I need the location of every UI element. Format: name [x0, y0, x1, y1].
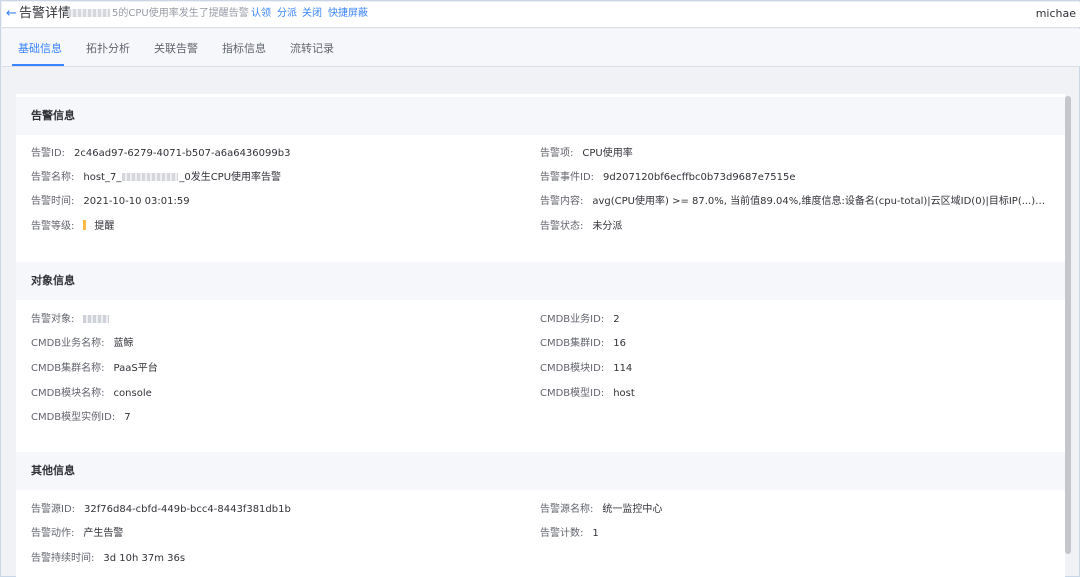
- field-value: 2c46ad97-6279-4071-b507-a6a6436099b3: [74, 148, 291, 159]
- field-value: 产生告警: [83, 528, 124, 539]
- field-label: CMDB模块ID:: [540, 363, 605, 374]
- alert-status-row: 告警状态: 未分派: [540, 220, 622, 234]
- page-title: 告警详情: [19, 6, 72, 21]
- field-label: CMDB模型实例ID:: [31, 412, 116, 423]
- field-label: CMDB集群ID:: [540, 338, 605, 349]
- alert-duration-row: 告警持续时间: 3d 10h 37m 36s: [31, 552, 185, 566]
- field-label: 告警等级:: [31, 221, 75, 232]
- alert-subtitle: 5的CPU使用率发生了提醒告警: [68, 7, 249, 21]
- field-label: CMDB模块名称:: [31, 388, 105, 399]
- field-label: 告警源名称:: [540, 504, 594, 515]
- quick-shield-button[interactable]: 快捷屏蔽: [328, 7, 368, 21]
- cmdb-set-id-row: CMDB集群ID: 16: [540, 337, 626, 351]
- field-label: 告警ID:: [31, 148, 66, 159]
- field-value: CPU使用率: [582, 148, 633, 159]
- back-arrow-icon[interactable]: ←: [6, 5, 17, 23]
- field-label: 告警计数:: [540, 528, 584, 539]
- masked-host-text: [122, 173, 179, 181]
- field-value: PaaS平台: [113, 363, 158, 374]
- field-value: 未分派: [592, 221, 623, 232]
- field-value: 蓝鲸: [113, 338, 134, 349]
- tab-related-alerts[interactable]: 关联告警: [154, 42, 198, 56]
- section-title: 告警信息: [31, 109, 75, 122]
- alert-subtitle-text: 5的CPU使用率发生了提醒告警: [112, 8, 249, 19]
- cmdb-biz-name-row: CMDB业务名称: 蓝鲸: [31, 337, 134, 351]
- field-value: 16: [613, 338, 626, 349]
- alert-time-row: 告警时间: 2021-10-10 03:01:59: [31, 195, 190, 209]
- alert-level-row: 告警等级: 提醒: [31, 220, 114, 234]
- alert-name-suffix: _0发生CPU使用率告警: [179, 172, 282, 183]
- detail-panel: 告警信息 告警ID: 2c46ad97-6279-4071-b507-a6a643…: [16, 94, 1065, 577]
- field-label: 告警状态:: [540, 221, 584, 232]
- field-value: console: [113, 388, 152, 399]
- alert-info-header: 告警信息: [16, 97, 1065, 135]
- field-value: 32f76d84-cbfd-449b-bcc4-8443f381db1b: [84, 504, 291, 515]
- object-info-header: 对象信息: [16, 262, 1065, 300]
- field-label: CMDB模型ID:: [540, 388, 605, 399]
- field-label: CMDB业务ID:: [540, 314, 605, 325]
- user-name[interactable]: michae: [1036, 6, 1076, 22]
- alert-content-row: 告警内容: avg(CPU使用率) >= 87.0%, 当前值89.04%,维度信…: [540, 195, 1047, 209]
- tab-bar: 基础信息 拓扑分析 关联告警 指标信息 流转记录: [2, 29, 1080, 67]
- app-frame: ← 告警详情 5的CPU使用率发生了提醒告警 认领 分派 关闭 快捷屏蔽 mic…: [0, 0, 1080, 577]
- alert-object-row: 告警对象:: [31, 313, 110, 327]
- alert-source-name-row: 告警源名称: 统一监控中心: [540, 503, 662, 517]
- alert-name-prefix: host_7_: [83, 172, 122, 183]
- alert-id-row: 告警ID: 2c46ad97-6279-4071-b507-a6a6436099b…: [31, 147, 290, 161]
- field-value: 统一监控中心: [602, 504, 663, 515]
- alert-source-id-row: 告警源ID: 32f76d84-cbfd-449b-bcc4-8443f381db…: [31, 503, 291, 517]
- other-info-header: 其他信息: [16, 452, 1065, 490]
- field-label: 告警动作:: [31, 528, 75, 539]
- field-label: CMDB集群名称:: [31, 363, 105, 374]
- cmdb-module-name-row: CMDB模块名称: console: [31, 387, 152, 401]
- field-value: 1: [592, 528, 599, 539]
- field-value: host_7_ _0发生CPU使用率告警: [83, 172, 281, 183]
- field-value: host: [613, 388, 635, 399]
- alert-item-row: 告警项: CPU使用率: [540, 147, 633, 161]
- field-value: 7: [124, 412, 131, 423]
- cmdb-set-name-row: CMDB集群名称: PaaS平台: [31, 362, 158, 376]
- assign-button[interactable]: 分派: [277, 7, 297, 21]
- cmdb-instance-id-row: CMDB模型实例ID: 7: [31, 411, 131, 425]
- tab-basic-info[interactable]: 基础信息: [18, 42, 62, 56]
- field-value: 114: [613, 363, 633, 374]
- active-tab-indicator: [12, 64, 64, 66]
- field-value: avg(CPU使用率) >= 87.0%, 当前值89.04%,维度信息:设备名…: [592, 196, 1048, 207]
- alert-action-row: 告警动作: 产生告警: [31, 527, 123, 541]
- field-label: 告警内容:: [540, 196, 584, 207]
- cmdb-biz-id-row: CMDB业务ID: 2: [540, 313, 620, 327]
- field-label: 告警项:: [540, 148, 574, 159]
- field-label: 告警时间:: [31, 196, 75, 207]
- header-bar: ← 告警详情 5的CPU使用率发生了提醒告警 认领 分派 关闭 快捷屏蔽 mic…: [2, 2, 1080, 28]
- alert-name-row: 告警名称: host_7_ _0发生CPU使用率告警: [31, 171, 281, 185]
- field-value: 2021-10-10 03:01:59: [83, 196, 190, 207]
- masked-object-value: [83, 315, 110, 323]
- field-value: 3d 10h 37m 36s: [103, 553, 186, 564]
- close-alert-button[interactable]: 关闭: [302, 7, 322, 21]
- tab-metrics[interactable]: 指标信息: [222, 42, 266, 56]
- scrollbar-thumb[interactable]: [1065, 96, 1071, 554]
- cmdb-model-id-row: CMDB模型ID: host: [540, 387, 635, 401]
- cmdb-module-id-row: CMDB模块ID: 114: [540, 362, 632, 376]
- alert-count-row: 告警计数: 1: [540, 527, 599, 541]
- field-label: 告警事件ID:: [540, 172, 595, 183]
- field-value: 提醒: [94, 221, 115, 232]
- level-indicator: [83, 220, 87, 230]
- tab-topology[interactable]: 拓扑分析: [86, 42, 130, 56]
- field-label: 告警持续时间:: [31, 553, 95, 564]
- section-title: 对象信息: [31, 274, 75, 287]
- field-value: 9d207120bf6ecffbc0b73d9687e7515e: [603, 172, 796, 183]
- claim-button[interactable]: 认领: [251, 7, 271, 21]
- masked-host-text: [68, 9, 110, 17]
- alert-event-id-row: 告警事件ID: 9d207120bf6ecffbc0b73d9687e7515e: [540, 171, 796, 185]
- section-title: 其他信息: [31, 464, 75, 477]
- field-label: 告警名称:: [31, 172, 75, 183]
- field-label: 告警对象:: [31, 314, 75, 325]
- field-label: 告警源ID:: [31, 504, 76, 515]
- field-label: CMDB业务名称:: [31, 338, 105, 349]
- field-value: 2: [613, 314, 620, 325]
- tab-flow-records[interactable]: 流转记录: [290, 42, 334, 56]
